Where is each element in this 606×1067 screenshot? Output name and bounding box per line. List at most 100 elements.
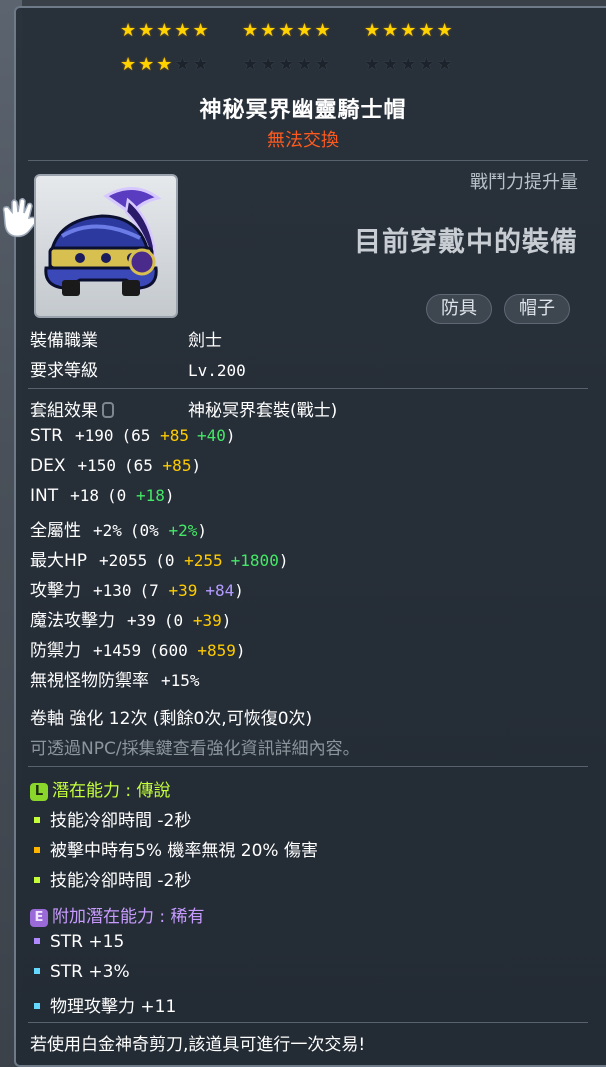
- stat-name: 全屬性: [30, 521, 81, 541]
- stat-total: +150: [77, 456, 117, 475]
- stat-name: 防禦力: [30, 641, 81, 661]
- upgrade-hint: 可透過NPC/採集鍵查看強化資訊詳細內容。: [30, 739, 360, 759]
- potential-line: STR +3%: [30, 962, 130, 982]
- stat-bonus-yellow: +39: [168, 581, 198, 600]
- stat-close: ): [191, 456, 202, 475]
- mouse-icon: [102, 402, 114, 418]
- potential-line-text: 物理攻擊力 +11: [50, 997, 177, 1017]
- legendary-badge-icon: L: [30, 783, 48, 801]
- divider-top: [28, 160, 588, 161]
- stat-base: (0: [107, 486, 136, 505]
- stat-bonus-green: +1800: [230, 551, 279, 570]
- stat-bonus-yellow: +39: [192, 611, 222, 630]
- stat-base: (0: [163, 611, 193, 630]
- stat-close: ): [225, 426, 236, 445]
- item-icon-frame[interactable]: [34, 174, 178, 318]
- job-requirement: 裝備職業 劍士: [30, 326, 222, 351]
- stat-name: 攻擊力: [30, 581, 81, 601]
- bullet-icon: [34, 876, 40, 883]
- bullet-icon: [34, 816, 40, 823]
- level-label: 要求等級: [30, 361, 98, 381]
- bullet-icon: [34, 846, 40, 853]
- stat-close: ): [197, 521, 207, 540]
- stat-bonus-yellow: +859: [197, 641, 236, 660]
- stat-row: 最大HP +2055 (0 +255 +1800): [30, 546, 288, 571]
- star-force-row-2: ★★★★★ ★★★★★ ★★★★★: [120, 54, 455, 75]
- potential-line: STR +15: [30, 932, 124, 952]
- stat-base: (7: [139, 581, 169, 600]
- potential-header: L 潛在能力 : 傳說: [30, 776, 171, 801]
- stat-row: 防禦力 +1459 (600 +859): [30, 636, 246, 661]
- stat-name: STR: [30, 426, 63, 446]
- potential-line-text: 技能冷卻時間 -2秒: [50, 811, 192, 831]
- set-effect-label: 套組效果: [30, 401, 98, 421]
- stat-total: +190: [75, 426, 114, 445]
- stat-row: STR +190 (65 +85 +40): [30, 426, 236, 446]
- stat-base: (600: [149, 641, 198, 660]
- potential-line-text: STR +3%: [50, 962, 130, 982]
- stat-close: ): [234, 581, 244, 600]
- stat-name: 魔法攻擊力: [30, 611, 115, 631]
- helmet-icon: [44, 187, 162, 296]
- stat-name: DEX: [30, 456, 66, 476]
- tag-armor: 防具: [426, 294, 492, 324]
- stat-bonus-yellow: +85: [160, 426, 189, 445]
- bullet-icon: [34, 967, 40, 974]
- stat-total: +15%: [161, 671, 200, 690]
- stat-total: +2%: [93, 521, 122, 540]
- level-requirement: 要求等級 Lv.200: [30, 356, 246, 381]
- currently-equipped-label: 目前穿戴中的裝備: [354, 227, 578, 258]
- stat-close: ): [164, 486, 175, 505]
- potential-title: 潛在能力 : 傳說: [52, 781, 171, 801]
- stat-row: 攻擊力 +130 (7 +39 +84): [30, 576, 244, 601]
- potential-line-text: 技能冷卻時間 -2秒: [50, 871, 192, 891]
- stat-total: +130: [93, 581, 132, 600]
- combat-power-header: 戰鬥力提升量: [470, 172, 578, 193]
- stat-close: ): [278, 551, 289, 570]
- job-label: 裝備職業: [30, 331, 98, 351]
- stat-row: 全屬性 +2% (0% +2%): [30, 516, 207, 541]
- stat-bonus-yellow: +255: [184, 551, 223, 570]
- stat-name: 最大HP: [30, 551, 88, 571]
- stat-total: +2055: [99, 551, 148, 570]
- divider-potential: [28, 766, 588, 767]
- stat-row: INT +18 (0 +18): [30, 486, 174, 506]
- stat-row: DEX +150 (65 +85): [30, 456, 201, 476]
- stat-total: +18: [70, 486, 100, 505]
- bullet-icon: [34, 937, 40, 944]
- stat-base: (65: [124, 456, 163, 475]
- bullet-icon: [34, 1002, 40, 1009]
- divider-footer: [28, 1022, 588, 1023]
- set-effect: 套組效果 神秘冥界套裝(戰士): [30, 396, 337, 421]
- potential-line: 技能冷卻時間 -2秒: [30, 806, 191, 831]
- set-effect-value[interactable]: 神秘冥界套裝(戰士): [188, 401, 337, 421]
- trade-scissors-notice: 若使用白金神奇剪刀,該道具可進行一次交易!: [30, 1035, 366, 1055]
- stat-total: +1459: [93, 641, 142, 660]
- stat-name: 無視怪物防禦率: [30, 671, 149, 691]
- stat-base: (0%: [129, 521, 169, 540]
- star-force-row-1: ★★★★★ ★★★★★ ★★★★★: [120, 20, 455, 41]
- potential-line-text: 被擊中時有5% 機率無視 20% 傷害: [50, 841, 318, 861]
- stat-base: (65: [121, 426, 161, 445]
- potential-line-text: STR +15: [50, 932, 125, 952]
- stat-bonus-yellow: +85: [162, 456, 192, 475]
- potential-line: 技能冷卻時間 -2秒: [30, 866, 191, 891]
- stat-close: ): [221, 611, 232, 630]
- stat-name: INT: [30, 486, 59, 506]
- potential-line: 物理攻擊力 +11: [30, 992, 176, 1017]
- job-value: 劍士: [188, 331, 222, 351]
- stat-total: +39: [127, 611, 156, 630]
- trade-status: 無法交換: [267, 130, 339, 151]
- stat-bonus-green: +18: [135, 486, 165, 505]
- stat-bonus-green: +2%: [168, 521, 198, 540]
- divider-requirements: [28, 388, 588, 389]
- level-value: Lv.200: [188, 361, 246, 380]
- additional-potential-header: E 附加潛在能力 : 稀有: [30, 902, 205, 927]
- tag-hat: 帽子: [504, 294, 570, 324]
- item-name: 神秘冥界幽靈騎士帽: [199, 98, 407, 123]
- potential-line: 被擊中時有5% 機率無視 20% 傷害: [30, 836, 318, 861]
- stat-row: 魔法攻擊力 +39 (0 +39): [30, 606, 231, 631]
- stat-bonus-green: +40: [196, 426, 226, 445]
- stat-bonus-purple: +84: [205, 581, 235, 600]
- scroll-upgrades: 卷軸 強化 12次 (剩餘0次,可恢復0次): [30, 709, 313, 729]
